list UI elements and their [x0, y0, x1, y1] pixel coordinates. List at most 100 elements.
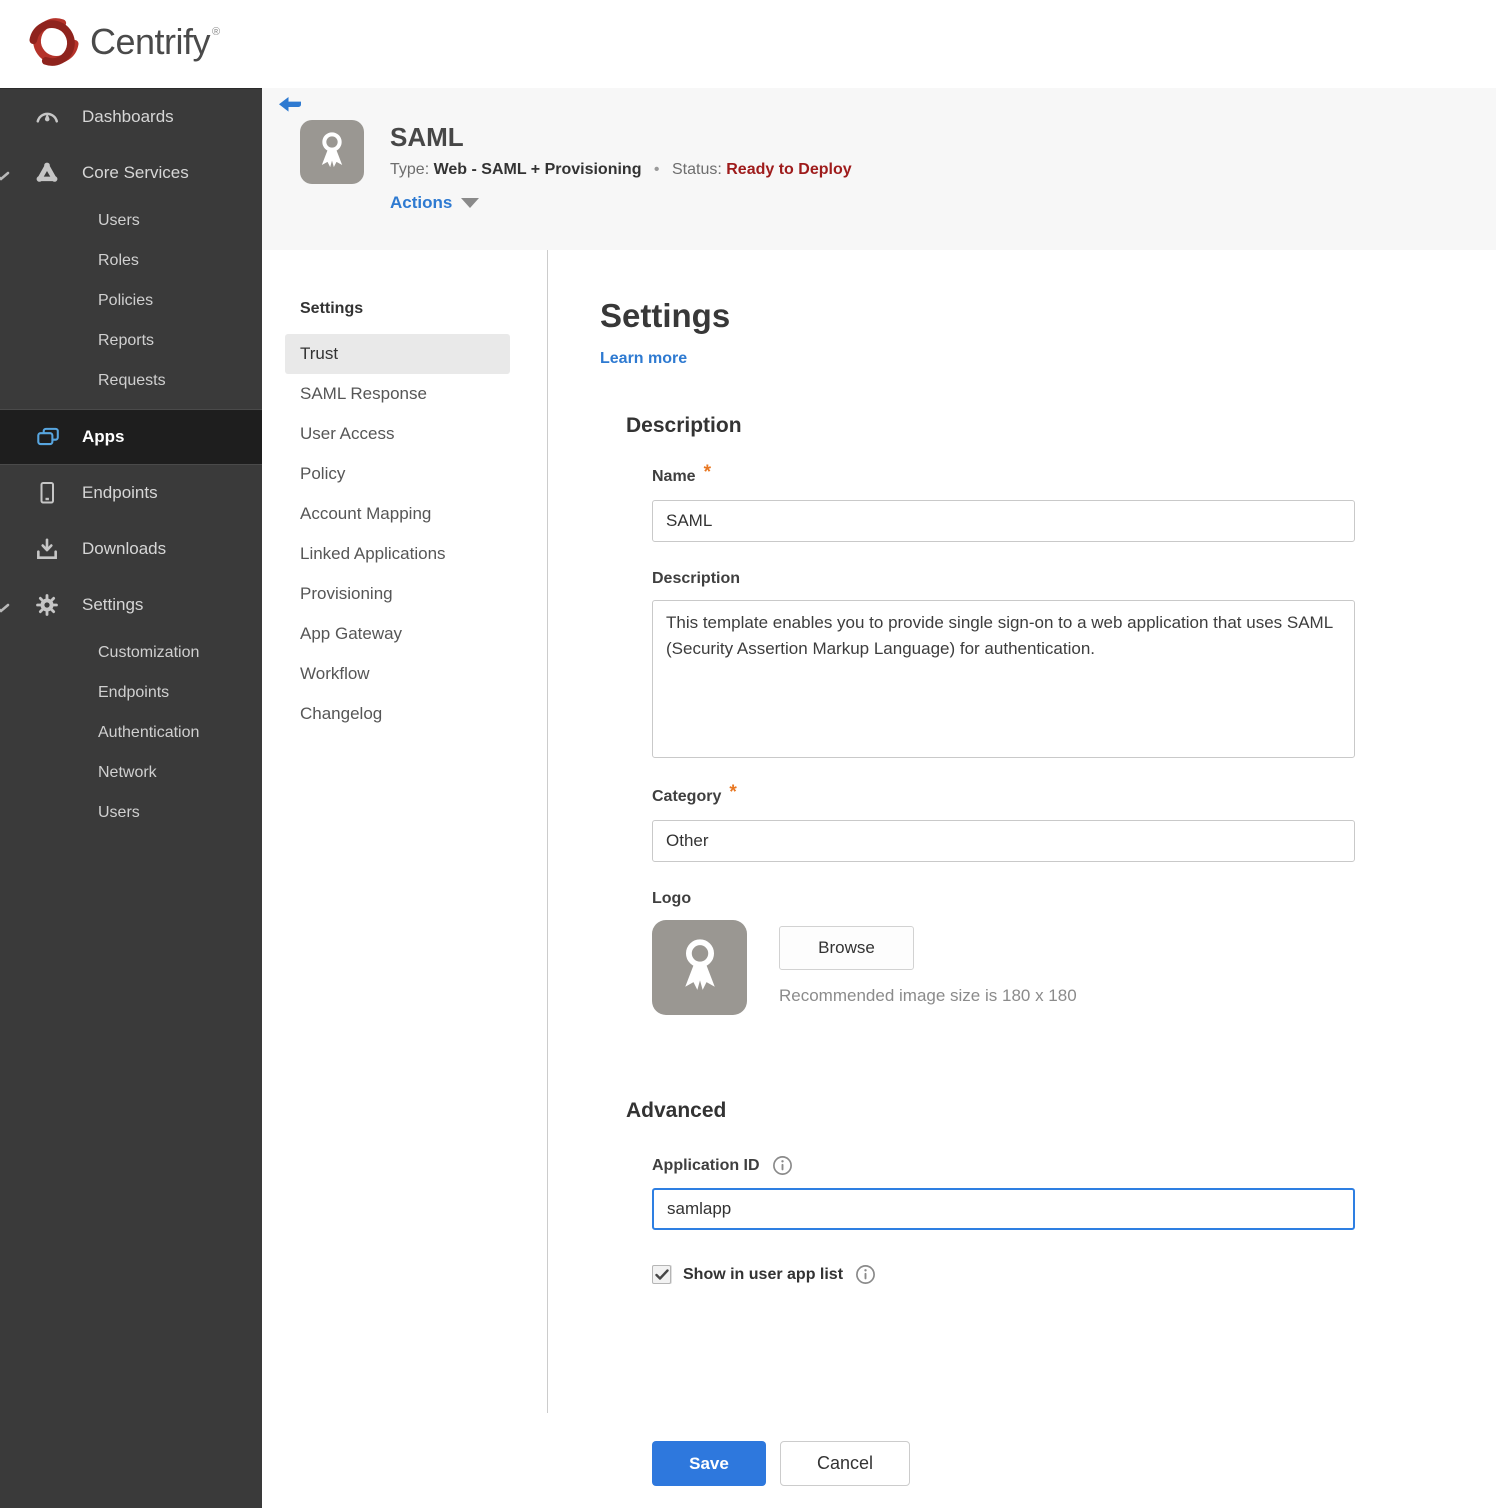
sidebar-item-authentication[interactable]: Authentication — [0, 713, 262, 753]
logo-label: Logo — [652, 890, 692, 907]
core-services-icon — [32, 160, 62, 186]
subnav-item-saml-response[interactable]: SAML Response — [285, 374, 510, 414]
subnav-item-workflow[interactable]: Workflow — [285, 654, 510, 694]
ribbon-award-icon — [312, 128, 352, 177]
learn-more-link[interactable]: Learn more — [600, 350, 687, 368]
brand-registered-mark: ® — [212, 25, 221, 38]
name-label: Name * — [652, 462, 711, 485]
subnav-heading: Settings — [300, 300, 364, 317]
name-input[interactable] — [652, 500, 1355, 542]
type-value: Web - SAML + Provisioning — [433, 161, 642, 178]
actions-dropdown[interactable]: Actions — [390, 193, 852, 213]
application-id-label: Application ID — [652, 1155, 1355, 1176]
subnav-item-trust[interactable]: Trust — [285, 334, 510, 374]
app-type-status-line: Type: Web - SAML + Provisioning • Status… — [390, 161, 852, 179]
sidebar-item-network[interactable]: Network — [0, 753, 262, 793]
sidebar-item-reports[interactable]: Reports — [0, 321, 262, 361]
settings-subnav: Settings Trust SAML Response User Access… — [262, 250, 548, 1413]
back-arrow-icon[interactable] — [278, 96, 302, 116]
category-label: Category * — [652, 782, 737, 805]
sidebar-child-label: Users — [98, 212, 140, 229]
app-title: SAML — [390, 122, 464, 152]
sidebar-item-dashboards[interactable]: Dashboards — [0, 89, 262, 145]
sidebar-item-apps[interactable]: Apps — [0, 409, 262, 465]
page-title: Settings — [600, 297, 731, 334]
show-in-user-app-list-checkbox[interactable] — [652, 1265, 671, 1284]
sidebar-item-settings[interactable]: Settings — [0, 577, 262, 633]
gear-icon — [32, 592, 62, 618]
sidebar-child-label: Reports — [98, 332, 155, 349]
logo-preview — [652, 920, 747, 1015]
category-input[interactable] — [652, 820, 1355, 862]
sidebar-child-label: Requests — [98, 372, 166, 389]
ribbon-award-icon — [671, 933, 729, 1002]
page: Centrify ® Dashboards Core Services User… — [0, 0, 1496, 1508]
sidebar-item-customization[interactable]: Customization — [0, 633, 262, 673]
sidebar-child-label: Endpoints — [98, 684, 170, 701]
description-section-heading: Description — [626, 414, 742, 437]
sidebar-item-settings-users[interactable]: Users — [0, 793, 262, 833]
settings-children: Customization Endpoints Authentication N… — [0, 633, 262, 841]
apps-icon — [32, 424, 62, 450]
mobile-icon — [32, 480, 62, 506]
sidebar-child-label: Roles — [98, 252, 139, 269]
content-area: SAML Type: Web - SAML + Provisioning • S… — [262, 88, 1496, 1486]
download-icon — [32, 536, 62, 562]
core-services-children: Users Roles Policies Reports Requests — [0, 201, 262, 409]
actions-label: Actions — [390, 193, 453, 212]
browse-button[interactable]: Browse — [779, 926, 914, 970]
sidebar-child-label: Network — [98, 764, 157, 781]
chevron-down-icon[interactable] — [0, 599, 10, 619]
application-id-input[interactable] — [652, 1188, 1355, 1230]
app-header: SAML Type: Web - SAML + Provisioning • S… — [262, 88, 1496, 250]
sidebar-item-endpoints[interactable]: Endpoints — [0, 465, 262, 521]
subnav-item-app-gateway[interactable]: App Gateway — [285, 614, 510, 654]
sidebar-item-label: Settings — [82, 595, 144, 614]
status-value: Ready to Deploy — [726, 161, 852, 178]
show-in-user-app-list-label: Show in user app list — [683, 1265, 844, 1283]
centrify-swirl-icon — [28, 16, 80, 73]
top-bar: Centrify ® — [0, 0, 1496, 88]
info-icon[interactable] — [855, 1264, 876, 1285]
sidebar-child-label: Authentication — [98, 724, 200, 741]
advanced-section-heading: Advanced — [626, 1099, 727, 1122]
type-label: Type: — [390, 161, 430, 178]
sidebar-child-label: Customization — [98, 644, 200, 661]
sidebar-item-label: Downloads — [82, 539, 167, 558]
sidebar-item-users[interactable]: Users — [0, 201, 262, 241]
required-marker: * — [729, 782, 737, 803]
subnav-item-policy[interactable]: Policy — [285, 454, 510, 494]
subnav-item-provisioning[interactable]: Provisioning — [285, 574, 510, 614]
logo-size-hint: Recommended image size is 180 x 180 — [779, 986, 1077, 1005]
sidebar-item-label: Dashboards — [82, 107, 174, 126]
brand-logo[interactable]: Centrify ® — [28, 16, 220, 73]
sidebar-item-requests[interactable]: Requests — [0, 361, 262, 401]
sidebar-item-label: Core Services — [82, 163, 189, 182]
save-button[interactable]: Save — [652, 1441, 766, 1486]
sidebar-child-label: Policies — [98, 292, 154, 309]
sidebar-item-downloads[interactable]: Downloads — [0, 521, 262, 577]
sidebar-child-label: Users — [98, 804, 140, 821]
subnav-item-account-mapping[interactable]: Account Mapping — [285, 494, 510, 534]
chevron-down-icon[interactable] — [0, 167, 10, 187]
subnav-item-changelog[interactable]: Changelog — [285, 694, 510, 734]
cancel-button[interactable]: Cancel — [780, 1441, 910, 1486]
sidebar-item-policies[interactable]: Policies — [0, 281, 262, 321]
subnav-item-user-access[interactable]: User Access — [285, 414, 510, 454]
sidebar: Dashboards Core Services Users Roles Pol… — [0, 88, 262, 1508]
description-textarea[interactable]: This template enables you to provide sin… — [652, 600, 1355, 758]
sidebar-item-roles[interactable]: Roles — [0, 241, 262, 281]
brand-name: Centrify — [90, 20, 211, 62]
sidebar-item-settings-endpoints[interactable]: Endpoints — [0, 673, 262, 713]
app-logo-tile — [300, 120, 364, 184]
caret-down-icon — [461, 198, 480, 208]
gauge-icon — [32, 104, 62, 130]
sidebar-item-label: Apps — [82, 427, 125, 446]
required-marker: * — [703, 462, 711, 483]
sidebar-item-label: Endpoints — [82, 483, 158, 502]
subnav-item-linked-applications[interactable]: Linked Applications — [285, 534, 510, 574]
separator-dot: • — [653, 161, 660, 178]
settings-form: Settings Learn more Description Name * D… — [548, 250, 1355, 1486]
sidebar-item-core-services[interactable]: Core Services — [0, 145, 262, 201]
info-icon[interactable] — [772, 1155, 793, 1176]
